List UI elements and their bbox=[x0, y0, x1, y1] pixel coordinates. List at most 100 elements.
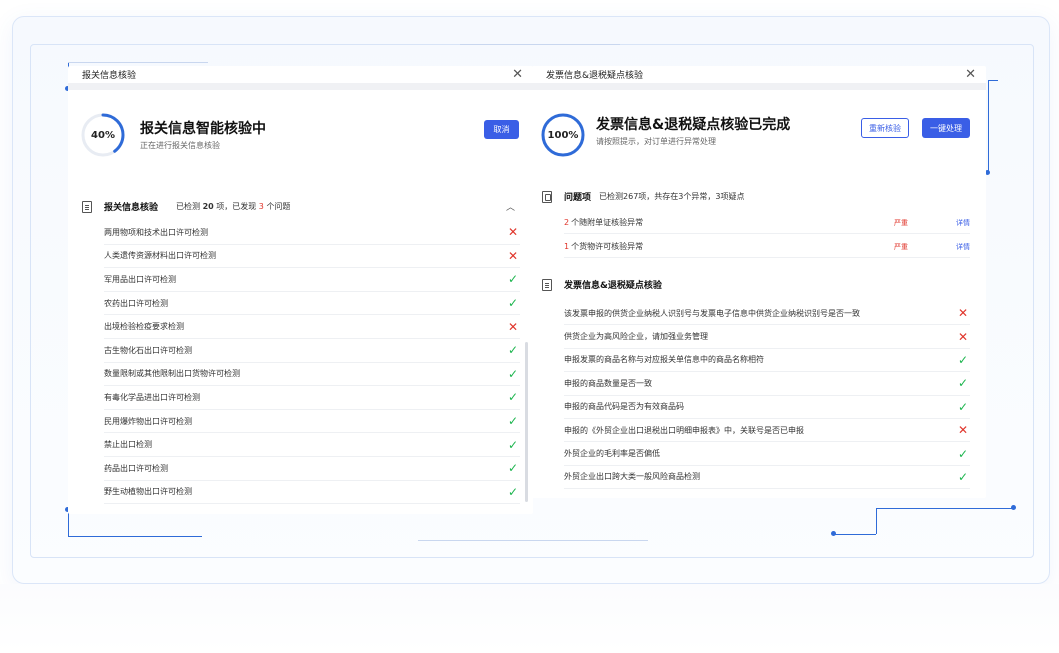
check-mark-icon: ✓ bbox=[957, 376, 969, 391]
check-label: 出境检验检疫要求检测 bbox=[104, 322, 184, 332]
decor-line bbox=[834, 534, 876, 535]
check-row: 药品出口许可检测 ✓ bbox=[104, 457, 520, 481]
check-mark-icon: ✓ bbox=[957, 399, 969, 414]
x-mark-icon: ✕ bbox=[507, 319, 519, 334]
progress-hero: 40% 报关信息智能核验中 正在进行报关信息核验 取消 bbox=[68, 90, 533, 176]
check-row: 民用爆炸物出口许可检测 ✓ bbox=[104, 410, 520, 434]
details-link[interactable]: 详情 bbox=[956, 218, 970, 228]
hero-title: 发票信息&退税疑点核验已完成 bbox=[596, 117, 791, 133]
x-mark-icon: ✕ bbox=[957, 423, 969, 438]
x-mark-icon: ✕ bbox=[957, 329, 969, 344]
decor-line bbox=[988, 80, 998, 81]
check-mark-icon: ✓ bbox=[507, 461, 519, 476]
issue-count: 1 bbox=[564, 242, 570, 251]
check-label: 人类遗传资源材料出口许可检测 bbox=[104, 251, 216, 261]
section-title: 发票信息&退税疑点核验 bbox=[564, 281, 662, 291]
check-label: 民用爆炸物出口许可检测 bbox=[104, 416, 192, 426]
meta-suffix: 个问题 bbox=[266, 202, 291, 211]
decor-line bbox=[876, 508, 1014, 509]
decor-dot bbox=[1011, 505, 1016, 510]
document-icon bbox=[542, 278, 552, 291]
severity-badge: 严重 bbox=[894, 242, 908, 251]
meta-prefix: 已检测 bbox=[176, 202, 201, 211]
check-label: 野生动植物出口许可检测 bbox=[104, 487, 192, 497]
recheck-button[interactable]: 重新核验 bbox=[861, 118, 909, 138]
scrollbar[interactable] bbox=[525, 342, 528, 502]
check-row: 外贸企业出口跨大类一般风险商品检测 ✓ bbox=[564, 466, 970, 490]
details-link[interactable]: 详情 bbox=[956, 242, 970, 252]
progress-ring: 40% bbox=[80, 112, 126, 158]
document-icon bbox=[82, 200, 92, 213]
issues-title: 问题项 bbox=[564, 193, 592, 203]
decor-dot bbox=[831, 531, 836, 536]
issues-meta: 已检测267项，共存在3个异常，3项疑点 bbox=[599, 192, 745, 201]
issue-count: 2 bbox=[564, 218, 570, 227]
check-row: 野生动植物出口许可检测 ✓ bbox=[104, 481, 520, 505]
check-label: 外贸企业的毛利率是否偏低 bbox=[564, 449, 660, 459]
issues-header: 问题项 已检测267项，共存在3个异常，3项疑点 bbox=[542, 190, 744, 203]
check-mark-icon: ✓ bbox=[957, 352, 969, 367]
check-label: 有毒化学品进出口许可检测 bbox=[104, 392, 200, 402]
check-row: 古生物化石出口许可检测 ✓ bbox=[104, 339, 520, 363]
check-row: 两用物项和技术出口许可检测 ✕ bbox=[104, 221, 520, 245]
invoice-check-panel: 发票信息&退税疑点核验 ✕ 100% 发票信息&退税疑点核验已完成 请按照提示，… bbox=[532, 66, 986, 498]
check-row: 供货企业为高风险企业，请加强业务管理 ✕ bbox=[564, 325, 970, 349]
x-mark-icon: ✕ bbox=[957, 306, 969, 321]
check-row: 该发票申报的供货企业纳税人识别号与发票电子信息中供货企业纳税识别号是否一致 ✕ bbox=[564, 302, 970, 326]
customs-check-panel: 报关信息核验 ✕ 40% 报关信息智能核验中 正在进行报关信息核验 取消 报关信… bbox=[68, 66, 533, 514]
hero-subtitle: 请按照提示，对订单进行异常处理 bbox=[596, 137, 716, 146]
check-mark-icon: ✓ bbox=[507, 366, 519, 381]
one-click-process-button[interactable]: 一键处理 bbox=[922, 118, 970, 138]
close-icon[interactable]: ✕ bbox=[965, 68, 976, 81]
decor-line bbox=[68, 62, 208, 63]
check-label: 该发票申报的供货企业纳税人识别号与发票电子信息中供货企业纳税识别号是否一致 bbox=[564, 308, 860, 318]
check-mark-icon: ✓ bbox=[957, 469, 969, 484]
check-row: 申报发票的商品名称与对应报关单信息中的商品名称相符 ✓ bbox=[564, 349, 970, 373]
check-label: 申报的商品代码是否为有效商品码 bbox=[564, 402, 684, 412]
meta-mid: 项，已发现 bbox=[216, 202, 257, 211]
decor-line bbox=[988, 80, 989, 172]
decor-line bbox=[418, 540, 648, 541]
progress-hero: 100% 发票信息&退税疑点核验已完成 请按照提示，对订单进行异常处理 重新核验… bbox=[532, 90, 986, 176]
progress-ring: 100% bbox=[540, 112, 586, 158]
section-header: 报关信息核验 已检测 20 项，已发现 3 个问题 bbox=[82, 200, 290, 213]
check-label: 古生物化石出口许可检测 bbox=[104, 345, 192, 355]
check-row: 申报的《外贸企业出口退税出口明细申报表》中，关联号是否已申报 ✕ bbox=[564, 419, 970, 443]
issue-label: 个货物许可核验异常 bbox=[571, 242, 644, 251]
check-label: 药品出口许可检测 bbox=[104, 463, 168, 473]
decor-line bbox=[68, 536, 202, 537]
panel-header: 报关信息核验 ✕ bbox=[68, 66, 533, 90]
check-label: 申报的《外贸企业出口退税出口明细申报表》中，关联号是否已申报 bbox=[564, 425, 804, 435]
meta-count: 20 bbox=[202, 202, 214, 211]
check-label: 申报发票的商品名称与对应报关单信息中的商品名称相符 bbox=[564, 355, 764, 365]
screen: 报关信息核验 ✕ 40% 报关信息智能核验中 正在进行报关信息核验 取消 报关信… bbox=[0, 0, 1059, 653]
progress-percent: 40% bbox=[91, 129, 115, 141]
x-mark-icon: ✕ bbox=[507, 225, 519, 240]
progress-percent: 100% bbox=[547, 129, 579, 141]
check-label: 禁止出口检测 bbox=[104, 440, 152, 450]
check-row: 申报的商品数量是否一致 ✓ bbox=[564, 372, 970, 396]
check-row: 人类遗传资源材料出口许可检测 ✕ bbox=[104, 245, 520, 269]
check-mark-icon: ✓ bbox=[507, 484, 519, 499]
severity-badge: 严重 bbox=[894, 218, 908, 227]
hero-subtitle: 正在进行报关信息核验 bbox=[140, 141, 220, 150]
issue-row: 1 个货物许可核验异常 严重 详情 bbox=[564, 236, 970, 258]
check-label: 数量限制或其他限制出口货物许可检测 bbox=[104, 369, 240, 379]
meta-issues: 3 bbox=[258, 202, 264, 211]
cancel-button[interactable]: 取消 bbox=[484, 120, 519, 139]
issue-list-icon bbox=[542, 190, 552, 203]
section-header: 发票信息&退税疑点核验 bbox=[542, 278, 680, 291]
check-row: 出境检验检疫要求检测 ✕ bbox=[104, 315, 520, 339]
issue-label: 个随附单证核验异常 bbox=[571, 218, 644, 227]
chevron-up-icon[interactable]: ︿ bbox=[506, 200, 515, 213]
check-label: 外贸企业出口跨大类一般风险商品检测 bbox=[564, 472, 700, 482]
check-mark-icon: ✓ bbox=[507, 390, 519, 405]
section-title: 报关信息核验 bbox=[104, 203, 159, 213]
check-mark-icon: ✓ bbox=[507, 437, 519, 452]
panel-header: 发票信息&退税疑点核验 ✕ bbox=[532, 66, 986, 90]
hero-title: 报关信息智能核验中 bbox=[140, 121, 266, 137]
close-icon[interactable]: ✕ bbox=[512, 68, 523, 81]
x-mark-icon: ✕ bbox=[507, 248, 519, 263]
check-label: 申报的商品数量是否一致 bbox=[564, 378, 652, 388]
panel-title: 发票信息&退税疑点核验 bbox=[546, 71, 644, 81]
